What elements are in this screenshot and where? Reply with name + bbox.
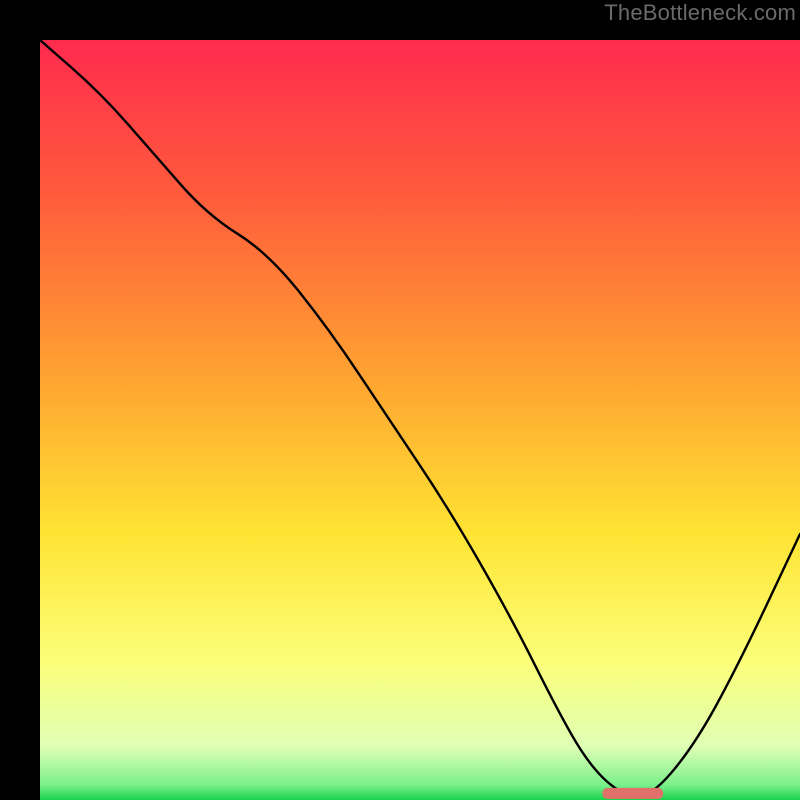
optimum-marker [602,788,663,799]
chart-plot [40,40,800,800]
chart-frame [20,20,780,780]
watermark-text: TheBottleneck.com [604,0,796,26]
